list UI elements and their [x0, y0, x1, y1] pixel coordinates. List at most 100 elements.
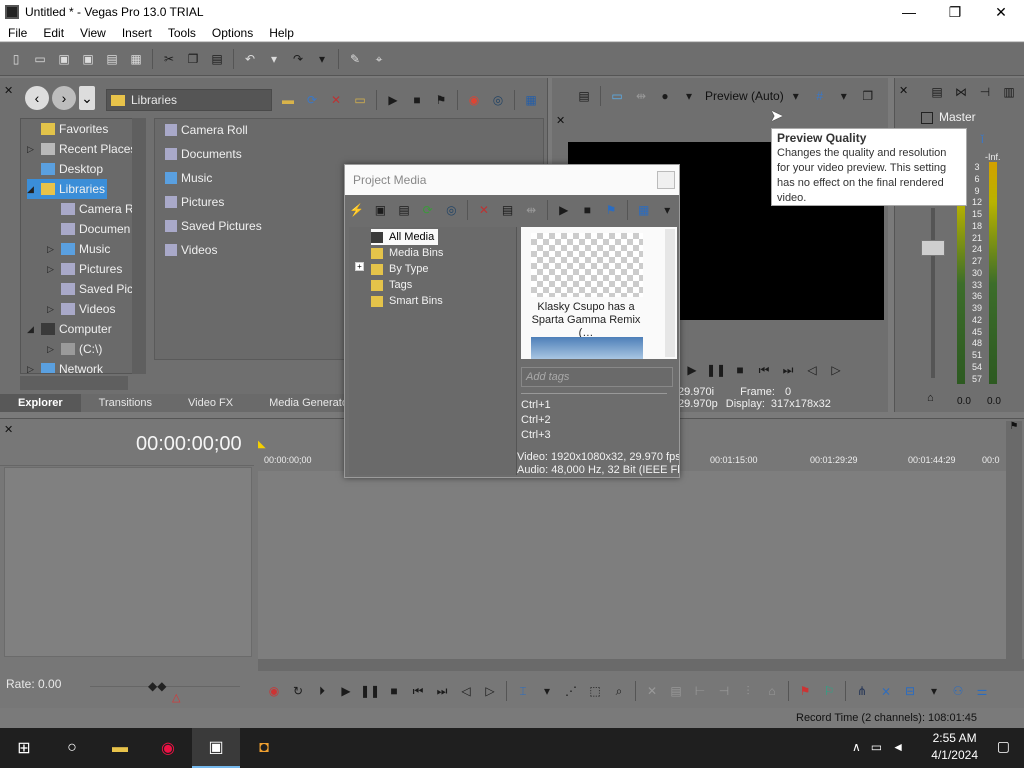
cursor-marker-icon[interactable]: ◣ — [258, 439, 266, 450]
media-thumbnail-2[interactable] — [531, 337, 643, 359]
ripple-dropdown-icon[interactable]: ▾ — [924, 681, 944, 701]
next-frame-icon[interactable]: ▷ — [480, 681, 500, 701]
panel-close-icon[interactable]: ✕ — [4, 423, 13, 436]
downmix-icon[interactable]: ⋈ — [951, 82, 971, 102]
new-file-icon[interactable]: ▯ — [6, 49, 26, 69]
tree-item-documents[interactable]: Documen — [61, 219, 130, 239]
ripple-edit-icon[interactable]: ⊟ — [900, 681, 920, 701]
minimize-button[interactable]: — — [886, 0, 932, 24]
media-stop-icon[interactable]: ■ — [578, 200, 598, 220]
cut-icon[interactable]: ✂ — [159, 49, 179, 69]
tree-horizontal-scrollbar[interactable] — [20, 376, 128, 390]
overlays-icon[interactable]: # — [810, 86, 830, 106]
stop-icon[interactable]: ■ — [384, 681, 404, 701]
rate-slider-handle-icon[interactable]: ◆◆ — [148, 679, 166, 693]
expand-icon[interactable]: ▷ — [47, 344, 61, 355]
record-icon[interactable]: ◉ — [464, 90, 484, 110]
overlays-dropdown-icon[interactable]: ▾ — [834, 86, 854, 106]
file-item-saved-pictures[interactable]: Saved Pictures — [165, 219, 262, 233]
media-fx-icon[interactable]: ⇹ — [521, 200, 541, 220]
tab-explorer[interactable]: Explorer — [0, 394, 81, 412]
master-fx-icon[interactable] — [921, 112, 933, 124]
loop-playback-icon[interactable]: ↻ — [288, 681, 308, 701]
menu-file[interactable]: File — [0, 26, 35, 40]
clock[interactable]: 2:55 AM 4/1/2024 — [931, 730, 978, 764]
bin-smart-bins[interactable]: Smart Bins — [371, 293, 443, 309]
play-icon[interactable]: ▶ — [682, 360, 702, 380]
refresh-icon[interactable]: ⟳ — [302, 90, 322, 110]
volume-icon[interactable]: ◄ — [892, 740, 904, 754]
tab-video-fx[interactable]: Video FX — [170, 394, 251, 412]
lock-envelopes-icon[interactable]: ⚇ — [948, 681, 968, 701]
master-fader-handle[interactable] — [921, 240, 945, 256]
undo-icon[interactable]: ↶ — [240, 49, 260, 69]
timeline-vertical-scrollbar[interactable]: ⚑ — [1006, 421, 1022, 659]
envelope-tool-icon[interactable]: ⋰ — [561, 681, 581, 701]
thumbnails-scrollbar[interactable] — [665, 229, 675, 357]
bin-by-type[interactable]: By Type — [371, 261, 429, 277]
master-fx-chain-icon[interactable]: ǐ — [981, 132, 984, 146]
lock-icon[interactable]: ⌂ — [762, 681, 782, 701]
project-media-close-button[interactable] — [657, 171, 675, 189]
remove-unused-icon[interactable]: ⟳ — [418, 200, 438, 220]
external-monitor-icon[interactable]: ▭ — [607, 86, 627, 106]
search-icon[interactable]: ○ — [48, 728, 96, 768]
video-fx-dropdown-icon[interactable]: ▾ — [679, 86, 699, 106]
undo-dropdown-icon[interactable]: ▾ — [264, 49, 284, 69]
file-item-videos[interactable]: Videos — [165, 243, 217, 257]
views-icon[interactable]: ▦ — [634, 200, 654, 220]
pause-icon[interactable]: ❚❚ — [360, 681, 380, 701]
tree-item-pictures[interactable]: ▷ Pictures — [47, 259, 122, 279]
pause-icon[interactable]: ❚❚ — [706, 360, 726, 380]
vegas-pro-icon[interactable]: ▣ — [192, 728, 240, 768]
expand-icon[interactable]: + — [355, 262, 364, 271]
edit-tool-dropdown-icon[interactable]: ▾ — [537, 681, 557, 701]
search-icon[interactable]: ◎ — [488, 90, 508, 110]
snapping-icon[interactable]: ⋔ — [852, 681, 872, 701]
menu-edit[interactable]: Edit — [35, 26, 72, 40]
stop-icon[interactable]: ■ — [730, 360, 750, 380]
bin-media-bins[interactable]: Media Bins — [371, 245, 443, 261]
address-bar[interactable]: Libraries — [106, 89, 272, 111]
paste-icon[interactable]: ▤ — [207, 49, 227, 69]
close-button[interactable]: ✕ — [978, 0, 1024, 24]
views-dropdown-icon[interactable]: ▾ — [657, 200, 677, 220]
auto-preview-icon[interactable]: ⚑ — [601, 200, 621, 220]
app-icon[interactable]: ◘ — [240, 728, 288, 768]
tree-item-network[interactable]: ▷ Network — [27, 359, 103, 373]
lock-icon[interactable]: ⌂ — [927, 392, 934, 404]
views-icon[interactable]: ▦ — [521, 90, 541, 110]
panel-close-icon[interactable]: ✕ — [556, 114, 565, 127]
chrome-icon[interactable]: ◉ — [144, 728, 192, 768]
forward-icon[interactable]: › — [52, 86, 76, 110]
media-thumbnail[interactable] — [531, 233, 643, 297]
notifications-icon[interactable]: ▢ — [997, 738, 1010, 755]
properties-icon[interactable]: ▦ — [126, 49, 146, 69]
menu-insert[interactable]: Insert — [114, 26, 160, 40]
play-icon[interactable]: ▶ — [336, 681, 356, 701]
import-media-icon[interactable]: ⚡ — [347, 200, 367, 220]
remove-media-icon[interactable]: ✕ — [474, 200, 494, 220]
tree-item-favorites[interactable]: Favorites — [41, 119, 108, 139]
tree-item-c-drive[interactable]: ▷ (C:\) — [47, 339, 102, 359]
bin-tags[interactable]: Tags — [371, 277, 412, 293]
trim-end-icon[interactable]: ⊣ — [714, 681, 734, 701]
history-dropdown-icon[interactable]: ⌄ — [79, 86, 95, 110]
tree-item-saved-pictures[interactable]: Saved Pic — [61, 279, 133, 299]
delete-icon[interactable]: ✕ — [642, 681, 662, 701]
timeline-horizontal-scrollbar[interactable] — [258, 659, 1024, 671]
zoom-tool-icon[interactable]: ⌕ — [609, 681, 629, 701]
show-hidden-icons-icon[interactable]: ∧ — [852, 740, 861, 754]
previous-frame-icon[interactable]: ◁ — [456, 681, 476, 701]
tree-item-desktop[interactable]: Desktop — [41, 159, 103, 179]
go-to-end-icon[interactable]: ⏭ — [432, 681, 452, 701]
start-preview-icon[interactable]: ▶ — [383, 90, 403, 110]
insert-region-icon[interactable]: ⚐ — [819, 681, 839, 701]
file-explorer-icon[interactable]: ▬ — [96, 728, 144, 768]
selection-tool-icon[interactable]: ⬚ — [585, 681, 605, 701]
menu-tools[interactable]: Tools — [160, 26, 204, 40]
save-icon[interactable]: ▣ — [54, 49, 74, 69]
menu-view[interactable]: View — [72, 26, 114, 40]
ignore-grouping-icon[interactable]: ⚌ — [972, 681, 992, 701]
edit-tool-icon[interactable]: ⌶ — [513, 681, 533, 701]
